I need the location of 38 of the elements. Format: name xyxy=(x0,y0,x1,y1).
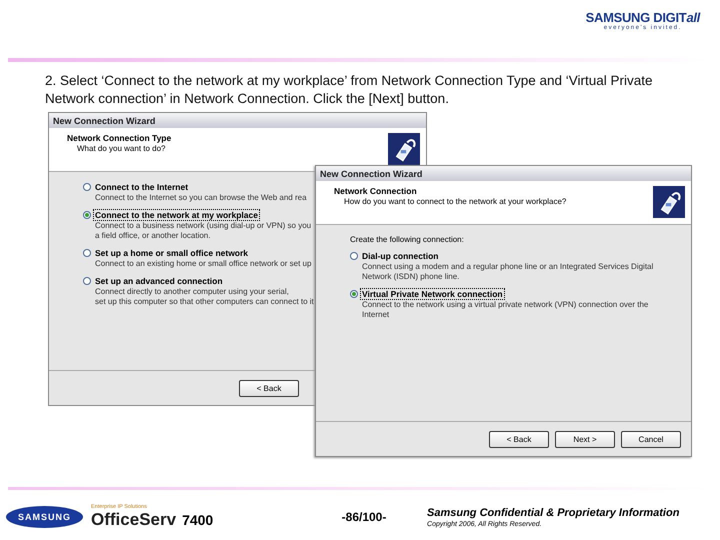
option-description: Connect directly to another computer using your serial, set up this computer so that other computers can connect to it xyxy=(95,287,314,307)
window-title: New Connection Wizard xyxy=(316,166,691,181)
radio-button[interactable] xyxy=(83,183,91,191)
option-label[interactable]: Connect to the network at my workplace xyxy=(94,210,259,220)
option-description: Connect to a business network (using dial-up or VPN) so you a field office, or another location. xyxy=(95,221,312,241)
option-description: Connect to the Internet so you can browse the Web and rea xyxy=(95,193,307,203)
wizard-button[interactable]: Next > xyxy=(555,430,615,448)
option-description: Connect using a modem and a regular phone line or an Integrated Services Digital Network (ISDN) phone line. xyxy=(362,262,654,282)
confidential-notice: Samsung Confidential & Proprietary Information xyxy=(427,506,680,518)
option-label[interactable]: Connect to the Internet xyxy=(94,182,190,192)
page-heading: Network Connection xyxy=(334,186,418,196)
network-cable-icon xyxy=(653,186,685,218)
brand-logo: SAMSUNG DIGITall xyxy=(586,10,700,25)
option-label[interactable]: Set up an advanced connection xyxy=(94,276,224,286)
radio-button[interactable] xyxy=(83,277,91,285)
instruction-text: 2. Select ‘Connect to the network at my workplace’ from Network Connection Type and ‘Virtual Private Network connection’ in Network Connection. Click the [Next] button. xyxy=(45,72,654,108)
page-subheading: What do you want to do? xyxy=(76,144,166,153)
option-label[interactable]: Dial-up connection xyxy=(361,251,440,261)
wizard-button[interactable]: < Back xyxy=(489,430,549,448)
wizard-button[interactable]: < Back xyxy=(239,380,299,396)
page-number: -86/100- xyxy=(340,510,388,524)
option-description: Connect to an existing home or small office network or set up xyxy=(95,259,312,269)
wizard-button[interactable]: Cancel xyxy=(621,430,681,448)
page-subheading: How do you want to connect to the network at your workplace? xyxy=(343,197,566,206)
radio-button[interactable] xyxy=(83,211,91,219)
option-label[interactable]: Set up a home or small office network xyxy=(94,248,250,258)
product-name: OfficeServ xyxy=(91,510,176,530)
product-model: 7400 xyxy=(182,512,214,528)
page-heading: Network Connection Type xyxy=(67,133,172,143)
brand-logo: SAMSUNG xyxy=(6,506,84,528)
radio-button[interactable] xyxy=(350,252,358,260)
radio-button[interactable] xyxy=(350,290,358,298)
network-cable-icon xyxy=(388,133,420,165)
window-title: New Connection Wizard xyxy=(49,113,426,128)
intro-text: Create the following connection: xyxy=(350,235,465,244)
option-description: Connect to the network using a virtual private network (VPN) connection over the Internet xyxy=(362,300,650,320)
option-label[interactable]: Virtual Private Network connection xyxy=(361,289,504,299)
radio-button[interactable] xyxy=(83,249,91,257)
